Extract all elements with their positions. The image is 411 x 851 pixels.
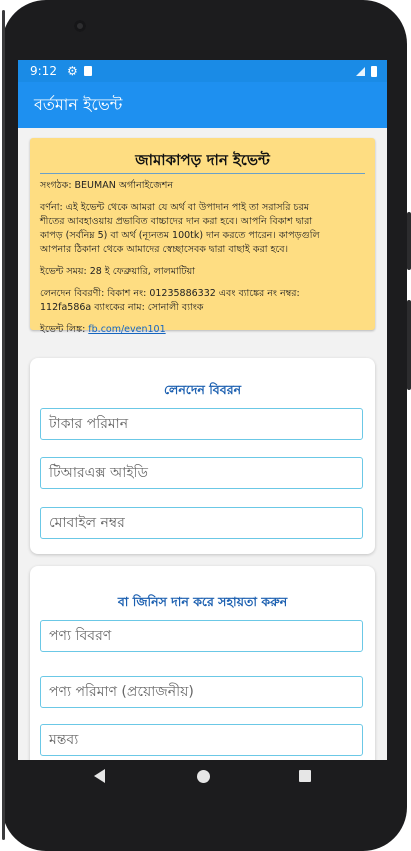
sd-card-icon (83, 66, 92, 76)
app-bar: বর্তমান ইভেন্ট (18, 82, 387, 128)
trxid-input[interactable]: টিআরএক্স আইডি (40, 457, 363, 489)
status-bar: 9:12 ⚙ (18, 60, 387, 82)
event-link[interactable]: fb.com/even101 (88, 324, 165, 335)
power-button (407, 300, 411, 390)
event-description-line-2: শীতের আবহাওয়ায় প্রভাবিত বাচ্চাদের দান … (40, 216, 313, 227)
back-icon[interactable] (94, 769, 105, 783)
event-description-line-1: বর্ণনা: এই ইভেন্ট থেকে আমরা যে অর্থ বা উ… (40, 202, 310, 213)
event-title: জামাকাপড় দান ইভেন্ট (135, 151, 270, 169)
goods-form-card: বা জিনিস দান করে সহায়তা করুন পণ্য বিবরণ… (30, 566, 375, 760)
event-description-line-3: কাপড় (সর্বনিম্ন 5) বা অর্থ (ন্যূনতম 100… (40, 230, 320, 241)
event-transaction-line-2: 112fa586a ব্যাংকের নাম: সোনালী ব্যাংক (40, 302, 204, 313)
goods-form-heading: বা জিনিস দান করে সহায়তা করুন (117, 594, 288, 609)
event-transaction-line-1: লেনদেন বিবরণী: বিকাশ নং: 01235886332 এবং… (40, 288, 300, 299)
comment-input[interactable]: মন্তব্য (40, 724, 363, 756)
screen: 9:12 ⚙ বর্তমান ইভেন্ট জামাকাপড় দান ইভেন… (18, 60, 387, 760)
volume-button (407, 212, 411, 270)
transaction-form-card: লেনদেন বিবরন টাকার পরিমান টিআরএক্স আইডি … (30, 358, 375, 554)
phone-side-edge (2, 10, 5, 840)
event-description-line-4: আপনার ঠিকানা থেকে আমাদের স্বেচ্ছাসেবক দ্… (40, 244, 288, 255)
front-camera-icon (74, 20, 86, 32)
product-quantity-input[interactable]: পণ্য পরিমাণ (প্রয়োজনীয়) (40, 676, 363, 708)
navigation-bar (18, 760, 387, 794)
signal-icon (356, 66, 365, 76)
event-time: ইভেন্ট সময়: 28 ই ফেব্রুয়ারি, লালমাটিয়… (40, 266, 195, 277)
page-title: বর্তমান ইভেন্ট (34, 94, 123, 114)
battery-icon (371, 65, 377, 77)
status-time: 9:12 (30, 64, 57, 78)
event-card: জামাকাপড় দান ইভেন্ট সংগঠক: BEUMAN অর্গা… (30, 138, 375, 335)
transaction-form-heading: লেনদেন বিবরন (163, 382, 242, 397)
mobile-number-input[interactable]: মোবাইল নম্বর (40, 507, 363, 539)
event-link-label: ইভেন্ট লিঙ্ক: (40, 324, 89, 335)
product-description-input[interactable]: পণ্য বিবরণ (40, 620, 363, 652)
home-icon[interactable] (197, 770, 210, 783)
settings-gear-icon: ⚙ (66, 64, 78, 78)
amount-input[interactable]: টাকার পরিমান (40, 408, 363, 440)
event-organizer: সংগঠক: BEUMAN অর্গানাইজেশন (40, 180, 174, 191)
event-title-divider (40, 173, 365, 174)
event-link-row: ইভেন্ট লিঙ্ক: fb.com/even101 (40, 323, 366, 337)
recent-apps-icon[interactable] (299, 770, 311, 782)
